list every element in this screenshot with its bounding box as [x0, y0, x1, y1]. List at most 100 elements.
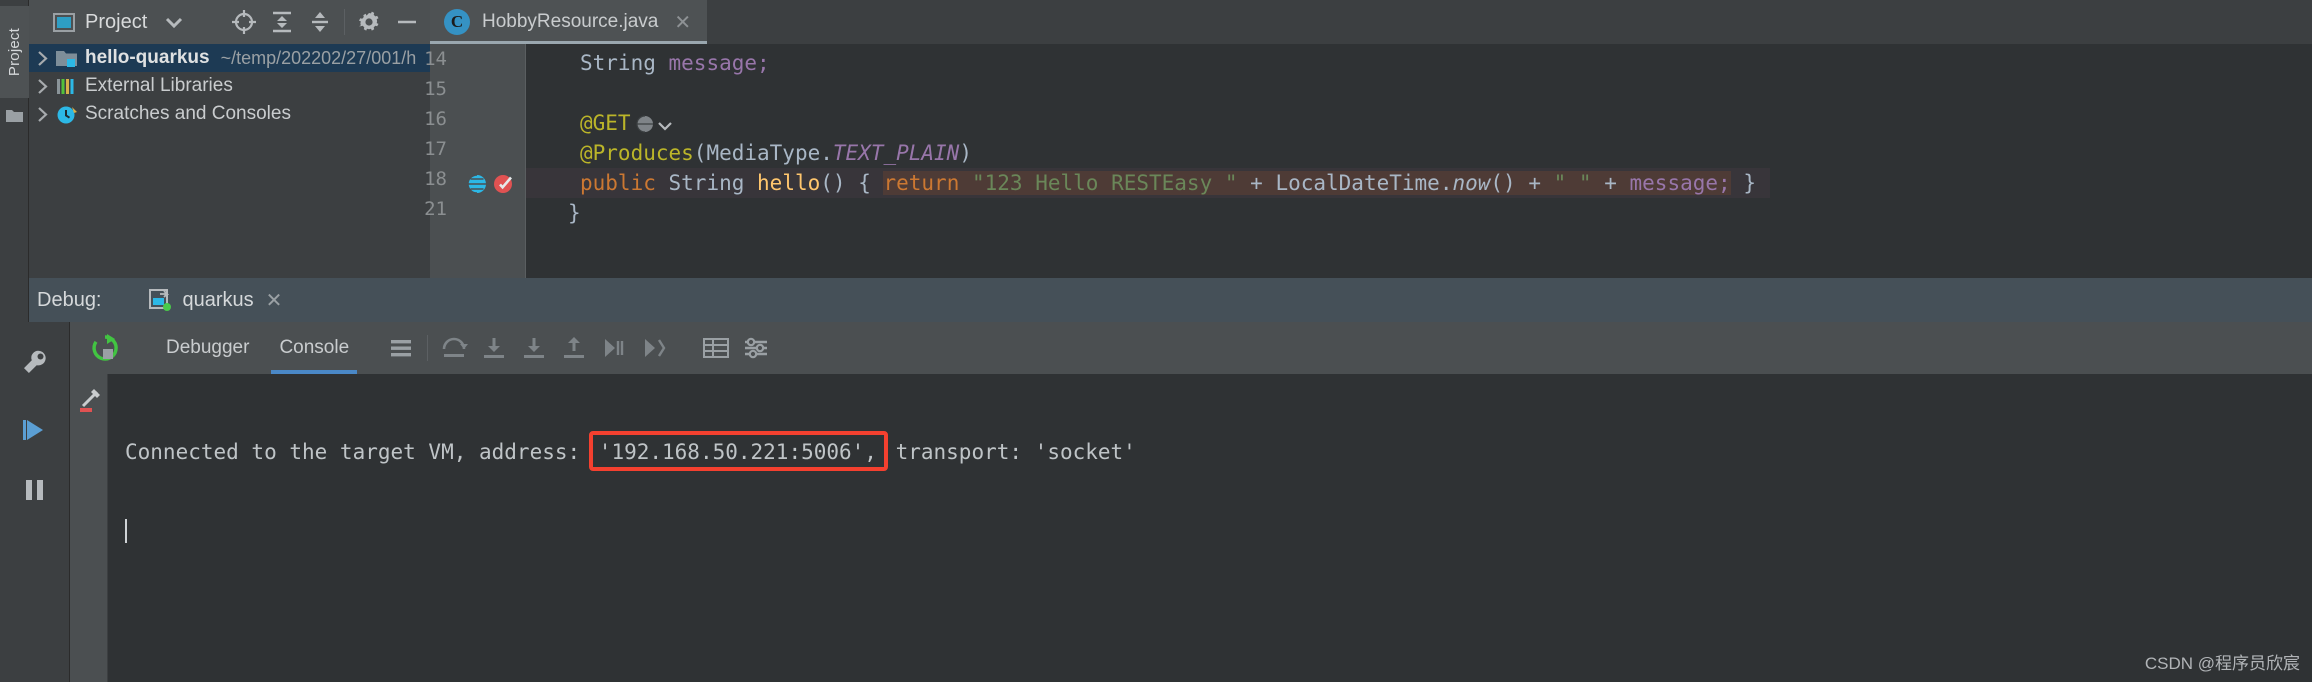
- code-token-paren: ): [959, 141, 972, 165]
- gear-icon[interactable]: [350, 0, 388, 44]
- line-number: 18: [424, 168, 447, 190]
- tree-item-label: Scratches and Consoles: [85, 103, 291, 124]
- locate-icon[interactable]: [225, 0, 263, 44]
- chevron-right-icon[interactable]: [29, 106, 55, 123]
- code-token-annotation: @Produces: [580, 141, 694, 165]
- expand-collapse-icon[interactable]: [301, 0, 339, 44]
- tree-row-scratches[interactable]: Scratches and Consoles: [29, 100, 430, 128]
- code-token-type: String: [668, 171, 745, 195]
- code-token-annotation: @GET: [580, 111, 631, 135]
- sidebar-item-project-label: Project: [6, 27, 23, 77]
- tab-debugger[interactable]: Debugger: [158, 322, 257, 374]
- chevron-down-icon[interactable]: [657, 121, 673, 132]
- line-number: 15: [424, 78, 447, 100]
- editor-tab-bar: C HobbyResource.java ✕: [430, 0, 2312, 44]
- code-token-mediatype: MediaType.: [706, 141, 833, 165]
- line-number: 17: [424, 138, 447, 160]
- tree-item-label: External Libraries: [85, 75, 233, 96]
- console-output[interactable]: Connected to the target VM, address: '19…: [108, 374, 2312, 682]
- tree-row-hello-quarkus[interactable]: hello-quarkus ~/temp/202202/27/001/h: [29, 44, 430, 72]
- line-number: 14: [424, 48, 447, 70]
- code-token-parens: (): [1490, 171, 1516, 195]
- debug-titlebar: Debug: quarkus ✕: [29, 278, 2312, 322]
- code-line-17: @Produces(MediaType.TEXT_PLAIN): [580, 138, 972, 168]
- library-icon: [55, 76, 85, 97]
- project-tool-window: Project hello-quarkus ~/temp/202202/27/0…: [29, 0, 430, 278]
- console-gutter: [70, 374, 108, 682]
- wrench-icon[interactable]: [0, 334, 70, 390]
- line-number: 21: [424, 198, 447, 220]
- code-token-endbrace: }: [1730, 171, 1756, 195]
- run-to-cursor-icon[interactable]: [594, 322, 634, 374]
- code-token-string: "123 Hello RESTEasy ": [972, 171, 1238, 195]
- editor-tab-hobbyresource[interactable]: C HobbyResource.java ✕: [430, 0, 708, 44]
- code-token-field: message;: [668, 51, 770, 75]
- rerun-icon[interactable]: [70, 322, 140, 374]
- evaluate-icon[interactable]: [634, 322, 674, 374]
- code-line-16: @GET: [580, 108, 673, 138]
- console-address-highlight: '192.168.50.221:5006',: [593, 440, 883, 464]
- pause-icon[interactable]: [0, 462, 70, 518]
- debug-side-toolbar: [0, 322, 70, 682]
- debug-tool-window: Debug: quarkus ✕ Debugger Console Connec…: [0, 278, 2312, 682]
- code-token-parens: (): [820, 171, 846, 195]
- debug-body: Debugger Console Connected to the target…: [0, 322, 2312, 682]
- project-view-icon: [53, 12, 75, 32]
- chevron-right-icon[interactable]: [29, 50, 55, 67]
- project-tree: hello-quarkus ~/temp/202202/27/001/h Ext…: [29, 44, 430, 278]
- step-into-icon[interactable]: [474, 322, 514, 374]
- layout-icon[interactable]: [381, 322, 421, 374]
- editor-gutter[interactable]: 14 15 16 17 18 21: [424, 44, 526, 278]
- step-out-icon[interactable]: [554, 322, 594, 374]
- code-token-call: now: [1452, 171, 1491, 195]
- toolbar-divider: [427, 335, 429, 361]
- sidebar-item-project[interactable]: Project: [0, 6, 29, 98]
- ide-window: Project Project hello-quarkus ~/temp/202…: [0, 0, 2312, 682]
- code-viewport[interactable]: 14 15 16 17 18 21 String message; @GET @…: [424, 44, 2312, 278]
- hide-icon[interactable]: [388, 0, 426, 44]
- settings-icon[interactable]: [736, 322, 776, 374]
- globe-icon[interactable]: [635, 114, 655, 134]
- endpoint-globe-icon[interactable]: [466, 173, 488, 195]
- collapse-all-icon[interactable]: [263, 0, 301, 44]
- table-icon[interactable]: [696, 322, 736, 374]
- code-text[interactable]: String message; @GET @Produces(MediaType…: [526, 44, 2312, 278]
- code-token-brace: }: [568, 201, 581, 225]
- code-token-operator: +: [1515, 171, 1554, 195]
- code-token-constant: TEXT_PLAIN: [832, 141, 960, 165]
- soft-wrap-icon[interactable]: [75, 386, 103, 414]
- tab-debugger-label: Debugger: [166, 337, 250, 358]
- console-line-1: Connected to the target VM, address: '19…: [125, 436, 2312, 468]
- console-text-suffix: transport: 'socket': [882, 440, 1136, 464]
- chevron-down-icon[interactable]: [165, 17, 183, 28]
- page-title: Project: [85, 10, 148, 33]
- watermark: CSDN @程序员欣宸: [2144, 654, 2300, 673]
- close-icon[interactable]: ✕: [674, 10, 691, 35]
- toolbar-divider: [344, 9, 345, 35]
- step-over-icon[interactable]: [434, 322, 474, 374]
- project-panel-actions: [225, 0, 426, 44]
- code-token-string: " ": [1553, 171, 1592, 195]
- debug-session-label: quarkus: [182, 288, 254, 311]
- chevron-right-icon[interactable]: [29, 78, 55, 95]
- line-number: 16: [424, 108, 447, 130]
- project-panel-header: Project: [29, 0, 430, 44]
- resume-icon[interactable]: [0, 402, 70, 458]
- scratches-icon: [55, 104, 85, 125]
- tree-row-external-libraries[interactable]: External Libraries: [29, 72, 430, 100]
- tab-console[interactable]: Console: [271, 322, 357, 374]
- breakpoint-verified-icon[interactable]: [492, 172, 516, 196]
- code-token-field: message;: [1629, 171, 1731, 195]
- code-token-class: LocalDateTime.: [1275, 171, 1453, 195]
- debug-session-tab[interactable]: quarkus ✕: [148, 288, 283, 313]
- folder-icon[interactable]: [5, 108, 24, 124]
- code-token-operator: +: [1591, 171, 1630, 195]
- force-step-into-icon[interactable]: [514, 322, 554, 374]
- console-caret-line: [125, 516, 2312, 548]
- close-icon[interactable]: ✕: [266, 288, 283, 313]
- code-token-keyword: public: [580, 171, 656, 195]
- debug-title: Debug:: [37, 288, 102, 311]
- code-line-18: public String hello() { return "123 Hell…: [526, 168, 1770, 198]
- code-line-14: String message;: [580, 48, 770, 78]
- code-token-paren: (: [693, 141, 707, 165]
